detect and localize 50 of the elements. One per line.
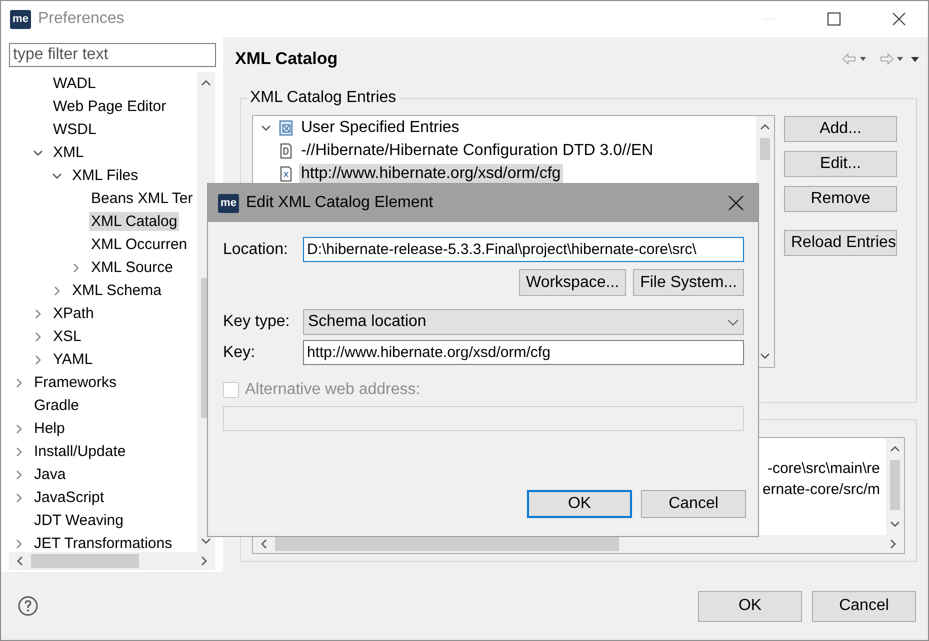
tree-item[interactable]: YAML <box>51 350 95 369</box>
detail-text: ernate-core/src/m <box>762 480 880 500</box>
tree-item[interactable]: WSDL <box>51 120 98 139</box>
catalog-entry[interactable]: User Specified Entries <box>299 118 462 138</box>
action-button[interactable]: Remove <box>784 186 897 212</box>
tree-item[interactable]: XML Source <box>89 258 175 277</box>
app-logo: me <box>218 194 239 212</box>
field-label: Key type: <box>223 313 291 331</box>
dialog-title: Edit XML Catalog Element <box>246 194 434 212</box>
tree-item[interactable]: XSL <box>51 327 84 346</box>
tree-item[interactable]: XML Schema <box>70 281 164 300</box>
tree-item[interactable]: Help <box>32 419 67 438</box>
tree-item[interactable]: Gradle <box>32 396 82 415</box>
tree-item[interactable]: Beans XML Ter <box>89 189 195 208</box>
filter-field[interactable]: type filter text <box>9 43 216 67</box>
tree-item[interactable]: Frameworks <box>32 373 119 392</box>
key-type-dropdown[interactable]: Schema location <box>303 309 744 335</box>
detail-text: -core\src\main\re <box>767 459 880 479</box>
dialog-button[interactable]: OK <box>527 490 632 518</box>
tree-item[interactable]: Web Page Editor <box>51 97 168 116</box>
browse-button[interactable]: File System... <box>633 269 744 296</box>
action-button[interactable]: Reload Entries <box>784 230 897 256</box>
dialog-button[interactable]: Cancel <box>812 590 916 622</box>
key-field[interactable]: http://www.hibernate.org/xsd/orm/cfg <box>303 340 744 365</box>
checkbox-label: Alternative web address: <box>245 381 420 399</box>
tree-item[interactable]: XML Files <box>70 166 140 185</box>
catalog-entry[interactable]: -//Hibernate/Hibernate Configuration DTD 3.0//EN <box>299 140 656 160</box>
group-title: XML Catalog Entries <box>249 89 398 107</box>
tree-item[interactable]: XML Occurren <box>89 235 190 254</box>
dialog-button[interactable]: Cancel <box>641 490 746 518</box>
tree-item[interactable]: JavaScript <box>32 488 106 507</box>
app-logo: me <box>10 10 31 28</box>
action-button[interactable]: Edit... <box>784 151 897 177</box>
dialog-button[interactable]: OK <box>698 590 802 622</box>
catalog-entry[interactable]: http://www.hibernate.org/xsd/orm/cfg <box>299 164 563 184</box>
tree-item[interactable]: XPath <box>51 304 96 323</box>
field-label: Location: <box>223 240 289 258</box>
tree-item[interactable]: Java <box>32 465 68 484</box>
action-button[interactable]: Add... <box>784 116 897 142</box>
tree-item[interactable]: Install/Update <box>32 442 128 461</box>
location-field[interactable]: D:\hibernate-release-5.3.3.Final\project\hibernate-core\src\ <box>303 237 744 262</box>
tree-item[interactable]: JDT Weaving <box>32 511 126 530</box>
field-label: Key: <box>223 344 256 362</box>
tree-item[interactable]: XML <box>51 143 86 162</box>
page-title: XML Catalog <box>235 49 339 69</box>
browse-button[interactable]: Workspace... <box>519 269 626 296</box>
window-title: Preferences <box>38 10 126 28</box>
tree-item[interactable]: WADL <box>51 74 98 93</box>
tree-item[interactable]: XML Catalog <box>89 212 180 231</box>
tree-item[interactable]: JET Transformations <box>32 534 174 552</box>
